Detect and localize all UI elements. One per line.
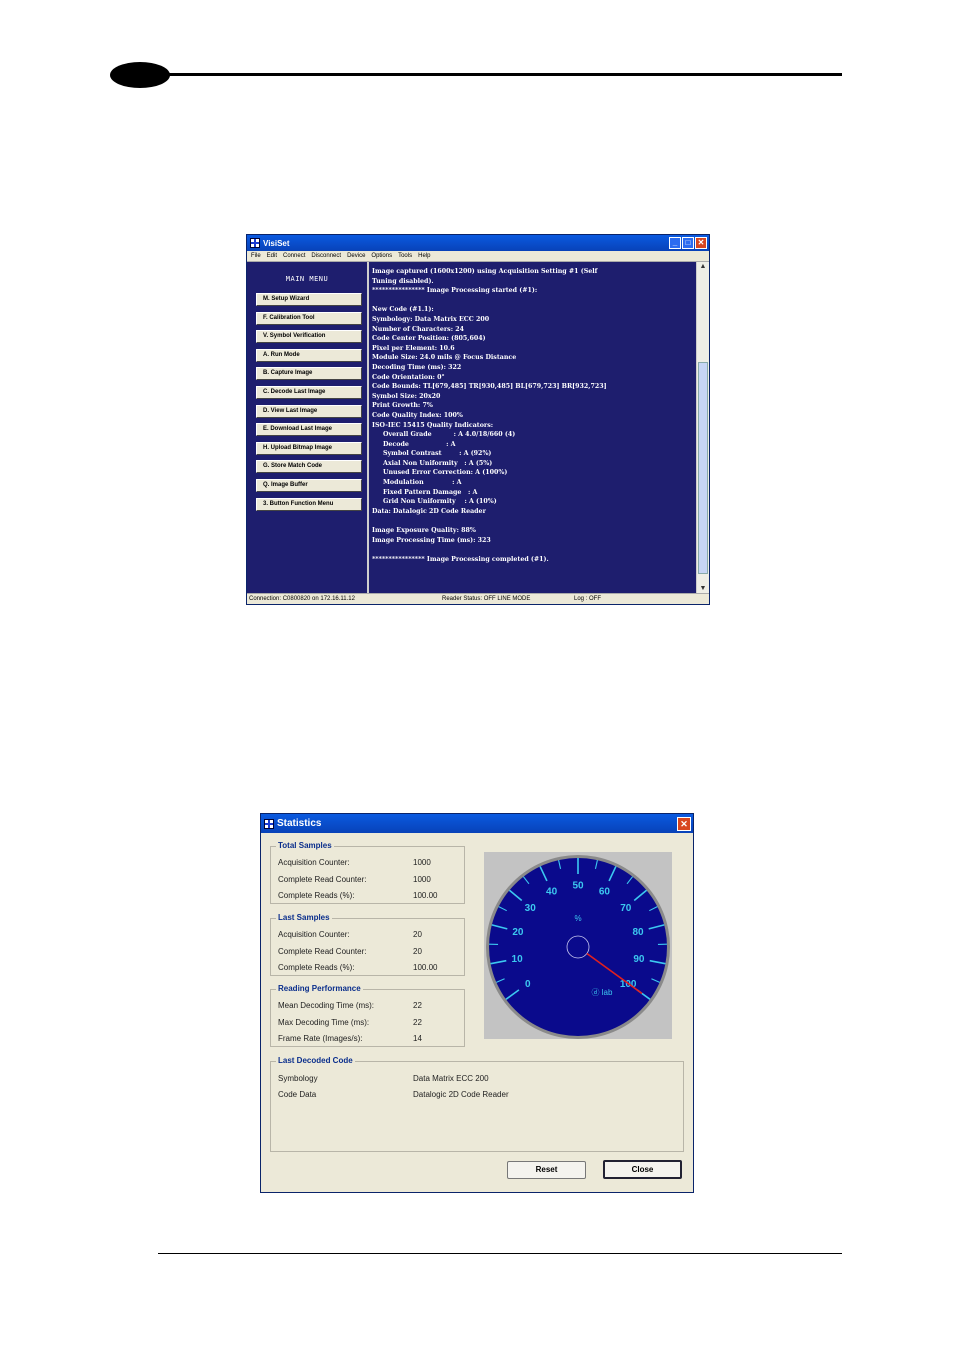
connection-status: Connection: C0800820 on 172.16.11.12 [249, 596, 355, 602]
stat-label: Mean Decoding Time (ms): [278, 1001, 375, 1010]
stat-value: 100.00 [413, 891, 438, 900]
minimize-icon[interactable]: _ [669, 237, 681, 249]
gauge-tick-label: 20 [512, 927, 524, 938]
menu-edit[interactable]: Edit [267, 251, 277, 261]
scroll-thumb[interactable] [698, 362, 708, 574]
menu-options[interactable]: Options [371, 251, 392, 261]
console-text: Image captured (1600x1200) using Acquisi… [372, 268, 607, 563]
statistics-titlebar[interactable]: Statistics ✕ [261, 814, 693, 833]
stat-label: Complete Read Counter: [278, 947, 367, 956]
reader-status: Reader Status: OFF LINE MODE [442, 596, 531, 602]
last-samples-group: Last Samples Acquisition Counter: 20 Com… [270, 913, 465, 976]
maximize-icon[interactable]: □ [682, 237, 694, 249]
stat-label: Acquisition Counter: [278, 858, 350, 867]
stat-value: 1000 [413, 858, 431, 867]
console-output[interactable]: Image captured (1600x1200) using Acquisi… [369, 262, 709, 594]
main-menu-panel: MAIN MENU M. Setup Wizard F. Calibration… [247, 262, 369, 594]
header-rule [165, 73, 842, 76]
total-samples-group: Total Samples Acquisition Counter: 1000 … [270, 841, 465, 904]
visiset-titlebar[interactable]: VisiSet _ □ ✕ [247, 235, 709, 251]
gauge-tick-label: 0 [525, 979, 531, 990]
menu-connect[interactable]: Connect [283, 251, 305, 261]
main-menu-title: MAIN MENU [285, 275, 329, 283]
gauge-tick-label: 70 [620, 903, 632, 914]
statistics-window: Statistics ✕ Total Samples Acquisition C… [260, 813, 694, 1193]
scroll-up-icon[interactable]: ▲ [697, 262, 709, 272]
stat-label: Frame Rate (Images/s): [278, 1034, 363, 1043]
capture-image-button[interactable]: B. Capture Image [256, 367, 362, 381]
gauge-tick-label: 50 [572, 881, 584, 892]
calibration-tool-button[interactable]: F. Calibration Tool [256, 311, 362, 325]
setup-wizard-button[interactable]: M. Setup Wizard [256, 293, 362, 306]
stat-value: 100.00 [413, 963, 438, 972]
group-title: Total Samples [276, 841, 334, 850]
menu-device[interactable]: Device [347, 251, 365, 261]
stat-label: Max Decoding Time (ms): [278, 1018, 370, 1027]
stat-value: Datalogic 2D Code Reader [413, 1090, 509, 1099]
group-title: Last Samples [276, 913, 332, 922]
stat-label: Symbology [278, 1074, 318, 1083]
button-function-menu-button[interactable]: 3. Button Function Menu [256, 497, 362, 511]
stat-label: Complete Read Counter: [278, 875, 367, 884]
statistics-title: Statistics [277, 818, 322, 829]
reading-performance-group: Reading Performance Mean Decoding Time (… [270, 984, 465, 1047]
console-scrollbar[interactable]: ▲ ▼ [696, 262, 709, 594]
run-mode-button[interactable]: A. Run Mode [256, 348, 362, 362]
app-icon [264, 818, 274, 829]
stat-label: Complete Reads (%): [278, 963, 355, 972]
group-title: Reading Performance [276, 984, 363, 993]
stat-value: 14 [413, 1034, 422, 1043]
symbol-verification-button[interactable]: V. Symbol Verification [256, 330, 362, 344]
last-decoded-code-group: Last Decoded Code Symbology Data Matrix … [270, 1056, 684, 1152]
menu-disconnect[interactable]: Disconnect [311, 251, 341, 261]
stat-value: 20 [413, 947, 422, 956]
upload-bitmap-image-button[interactable]: H. Upload Bitmap Image [256, 441, 362, 455]
app-icon [250, 238, 260, 248]
menu-tools[interactable]: Tools [398, 251, 412, 261]
visiset-title: VisiSet [263, 238, 290, 248]
close-icon[interactable]: ✕ [677, 817, 691, 831]
close-icon[interactable]: ✕ [695, 237, 707, 249]
download-last-image-button[interactable]: E. Download Last Image [256, 423, 362, 437]
gauge-tick-label: 10 [512, 954, 524, 965]
stat-value: 20 [413, 930, 422, 939]
gauge-tick-label: 90 [633, 954, 645, 965]
gauge-tick-label: 30 [525, 903, 537, 914]
store-match-code-button[interactable]: G. Store Match Code [256, 460, 362, 474]
menu-file[interactable]: File [251, 251, 261, 261]
close-button[interactable]: Close [603, 1160, 682, 1179]
gauge-tick-label: 60 [599, 886, 611, 897]
reads-gauge: 0 10 20 30 40 50 60 70 80 90 100% ⓓ lab [484, 852, 672, 1039]
status-bar: Connection: C0800820 on 172.16.11.12 Rea… [247, 593, 709, 604]
visiset-window: VisiSet _ □ ✕ File Edit Connect Disconne… [246, 234, 710, 605]
stat-value: 1000 [413, 875, 431, 884]
decode-last-image-button[interactable]: C. Decode Last Image [256, 385, 362, 399]
gauge-tick-label: 80 [632, 927, 644, 938]
stat-label: Code Data [278, 1090, 317, 1099]
log-status: Log : OFF [574, 596, 602, 602]
stat-value: Data Matrix ECC 200 [413, 1074, 489, 1083]
image-buffer-button[interactable]: Q. Image Buffer [256, 478, 362, 492]
stat-label: Complete Reads (%): [278, 891, 355, 900]
gauge-svg: 0102030405060708090100%ⓓ lab [486, 855, 670, 1039]
footer-rule [158, 1253, 842, 1254]
stat-value: 22 [413, 1001, 422, 1010]
chapter-tab [110, 62, 170, 88]
page-header [110, 60, 842, 90]
group-title: Last Decoded Code [276, 1056, 355, 1065]
gauge-unit-label: % [574, 914, 581, 923]
gauge-tick-label: 40 [546, 886, 558, 897]
view-last-image-button[interactable]: D. View Last Image [256, 404, 362, 418]
stat-value: 22 [413, 1018, 422, 1027]
menu-help[interactable]: Help [418, 251, 430, 261]
gauge-brand-label: ⓓ lab [592, 988, 613, 997]
stat-label: Acquisition Counter: [278, 930, 350, 939]
reset-button[interactable]: Reset [507, 1161, 586, 1179]
menubar: File Edit Connect Disconnect Device Opti… [247, 251, 709, 262]
